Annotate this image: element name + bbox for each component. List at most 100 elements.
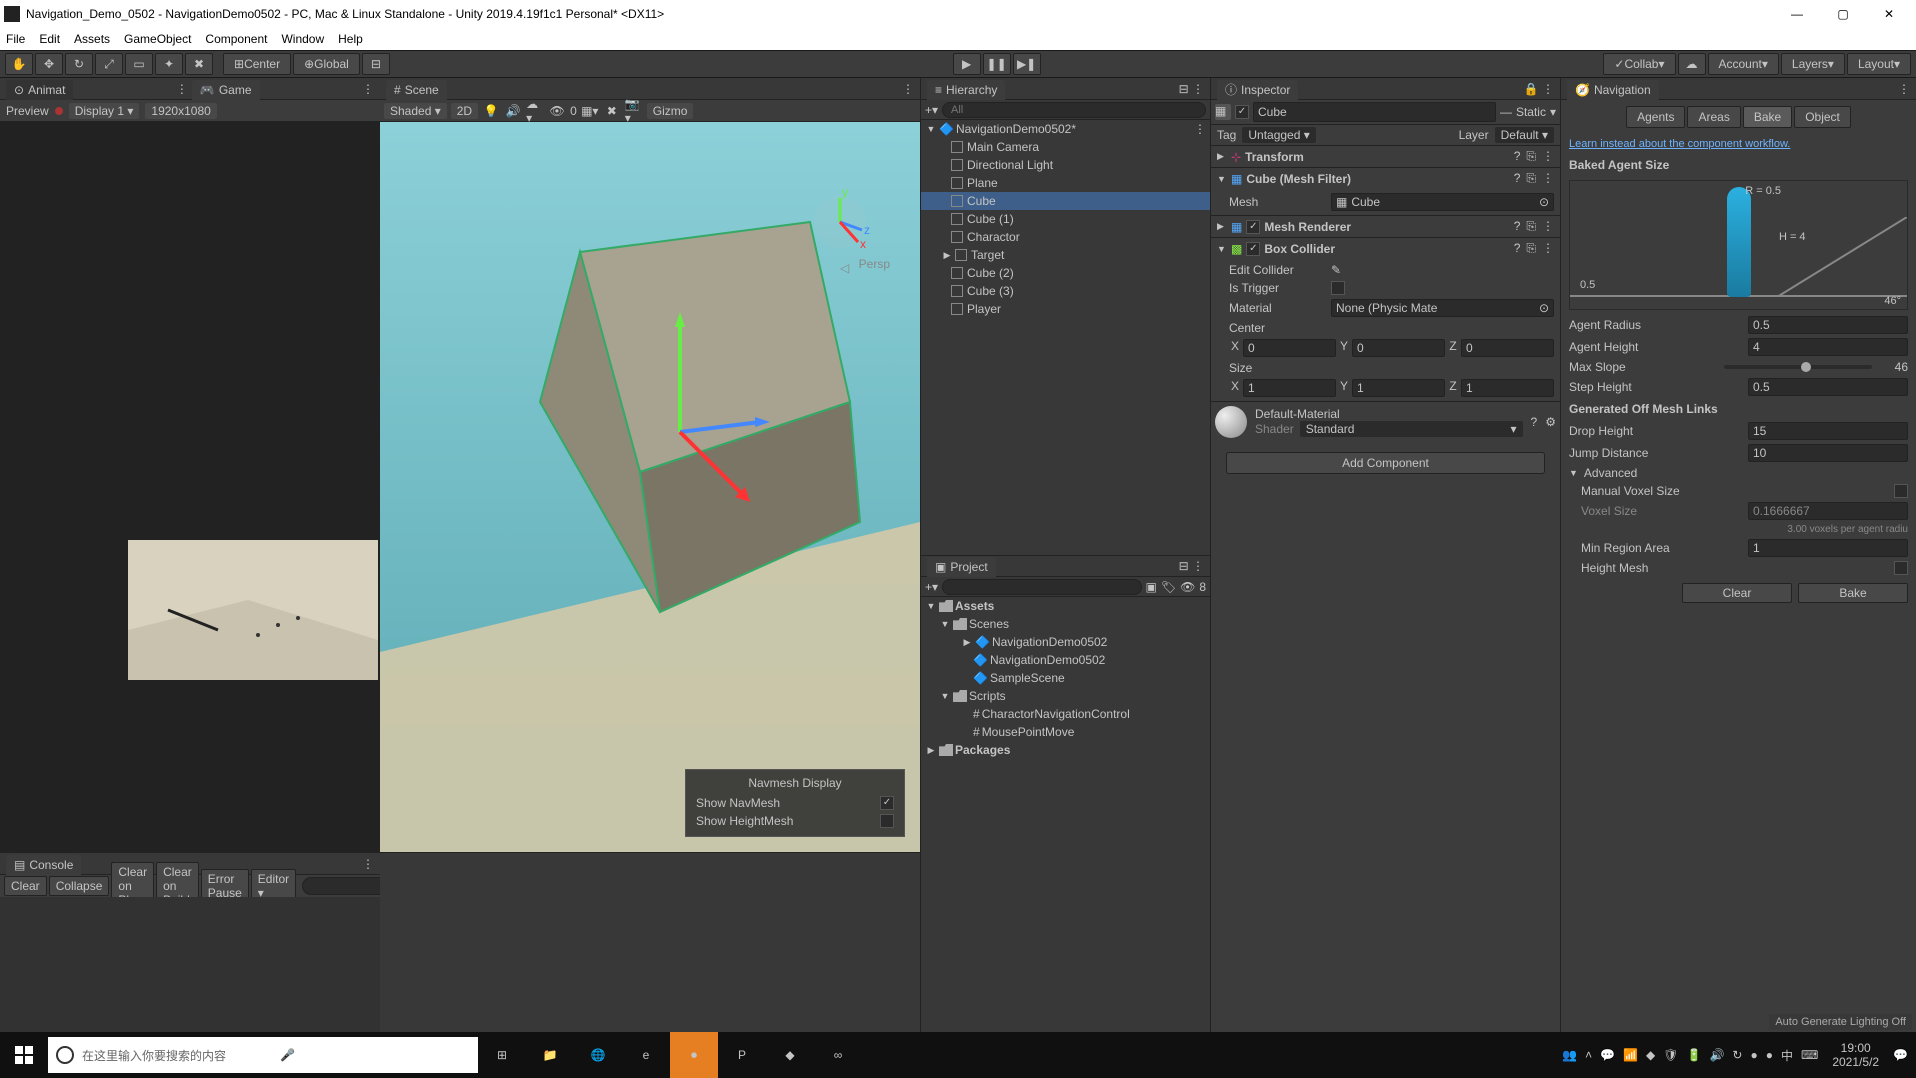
center-x[interactable] bbox=[1243, 339, 1336, 357]
project-scene-item[interactable]: 🔷 SampleScene bbox=[921, 669, 1210, 687]
console-menu[interactable]: ⋮ bbox=[362, 857, 374, 871]
grid-icon[interactable]: ▦▾ bbox=[581, 102, 599, 120]
tray-sync-icon[interactable]: ↻ bbox=[1732, 1048, 1742, 1062]
layers-button[interactable]: Layers ▾ bbox=[1781, 53, 1845, 75]
shaded-dropdown[interactable]: Shaded ▾ bbox=[384, 103, 447, 119]
min-region-input[interactable] bbox=[1748, 539, 1908, 557]
play-button[interactable]: ▶ bbox=[953, 53, 981, 75]
rotate-tool-button[interactable]: ↻ bbox=[65, 53, 93, 75]
active-checkbox[interactable] bbox=[1235, 105, 1249, 119]
pause-button[interactable]: ❚❚ bbox=[983, 53, 1011, 75]
inspector-tab[interactable]: ⓘ Inspector bbox=[1217, 80, 1298, 100]
nav-tab-agents[interactable]: Agents bbox=[1626, 106, 1685, 128]
2d-toggle[interactable]: 2D bbox=[451, 103, 478, 119]
inspector-menu[interactable]: 🔒 ⋮ bbox=[1524, 82, 1554, 96]
move-tool-button[interactable]: ✥ bbox=[35, 53, 63, 75]
center-y[interactable] bbox=[1352, 339, 1445, 357]
hierarchy-item[interactable]: Plane bbox=[921, 174, 1210, 192]
hierarchy-scene-row[interactable]: ▼🔷 NavigationDemo0502*⋮ bbox=[921, 120, 1210, 138]
chrome-icon[interactable]: 🌐 bbox=[574, 1032, 622, 1078]
shader-dropdown[interactable]: Standard▾ bbox=[1300, 421, 1523, 437]
tray-wifi-icon[interactable]: 📶 bbox=[1623, 1048, 1638, 1062]
hand-tool-button[interactable]: ✋ bbox=[5, 53, 33, 75]
hierarchy-menu[interactable]: ⊟ ⋮ bbox=[1179, 82, 1204, 96]
tag-dropdown[interactable]: Untagged ▾ bbox=[1242, 127, 1315, 143]
tray-keyboard-icon[interactable]: ⌨ bbox=[1801, 1048, 1818, 1062]
hierarchy-item[interactable]: ▶Target bbox=[921, 246, 1210, 264]
component-menu-icon[interactable]: ⋮ bbox=[1542, 149, 1554, 164]
project-scene-item[interactable]: ▶🔷 NavigationDemo0502 bbox=[921, 633, 1210, 651]
powerpoint-icon[interactable]: P bbox=[718, 1032, 766, 1078]
tray-volume-icon[interactable]: 🔊 bbox=[1709, 1048, 1724, 1062]
project-script-item[interactable]: # CharactorNavigationControl bbox=[921, 705, 1210, 723]
nav-bake-button[interactable]: Bake bbox=[1798, 583, 1908, 603]
agent-height-input[interactable] bbox=[1748, 338, 1908, 356]
jump-distance-input[interactable] bbox=[1748, 444, 1908, 462]
size-y[interactable] bbox=[1352, 379, 1445, 397]
hierarchy-item[interactable]: Cube (3) bbox=[921, 282, 1210, 300]
manual-voxel-checkbox[interactable] bbox=[1894, 484, 1908, 498]
nav-tab-areas[interactable]: Areas bbox=[1687, 106, 1740, 128]
transform-tool-button[interactable]: ✦ bbox=[155, 53, 183, 75]
nav-learn-link[interactable]: Learn instead about the component workfl… bbox=[1561, 134, 1916, 154]
hierarchy-item[interactable]: Main Camera bbox=[921, 138, 1210, 156]
tray-people-icon[interactable]: 👥 bbox=[1562, 1048, 1577, 1062]
project-script-item[interactable]: # MousePointMove bbox=[921, 723, 1210, 741]
console-collapse-button[interactable]: Collapse bbox=[49, 876, 110, 896]
gizmos-dropdown[interactable]: Gizmo bbox=[647, 103, 694, 119]
notifications-icon[interactable]: 💬 bbox=[1893, 1048, 1908, 1062]
static-label[interactable]: Static bbox=[1516, 105, 1546, 119]
material-name[interactable]: Default-Material bbox=[1255, 407, 1523, 421]
edge-icon[interactable]: e bbox=[622, 1032, 670, 1078]
game-viewport[interactable] bbox=[0, 122, 380, 852]
size-z[interactable] bbox=[1461, 379, 1554, 397]
rect-tool-button[interactable]: ▭ bbox=[125, 53, 153, 75]
size-x[interactable] bbox=[1243, 379, 1336, 397]
material-help-icon[interactable]: ? bbox=[1531, 415, 1538, 429]
persp-label[interactable]: Persp bbox=[859, 257, 890, 271]
nav-clear-button[interactable]: Clear bbox=[1682, 583, 1792, 603]
height-mesh-checkbox[interactable] bbox=[1894, 561, 1908, 575]
menu-file[interactable]: File bbox=[6, 32, 25, 46]
advanced-label[interactable]: Advanced bbox=[1584, 466, 1908, 480]
project-tab[interactable]: ▣ Project bbox=[927, 557, 996, 577]
mesh-object-field[interactable]: ▦ Cube⊙ bbox=[1331, 193, 1554, 211]
cloud-button[interactable]: ☁ bbox=[1678, 53, 1706, 75]
box-collider-header[interactable]: ▼▩Box Collider?⎘⋮ bbox=[1211, 238, 1560, 259]
hierarchy-item[interactable]: Cube (1) bbox=[921, 210, 1210, 228]
tray-unity-icon[interactable]: ◆ bbox=[1646, 1048, 1655, 1062]
global-local-button[interactable]: ⊕ Global bbox=[293, 53, 360, 75]
tray-expand-icon[interactable]: ˄ bbox=[1585, 1048, 1592, 1062]
hierarchy-search-input[interactable] bbox=[942, 102, 1206, 118]
collab-button[interactable]: ✓ Collab ▾ bbox=[1603, 53, 1675, 75]
audio-icon[interactable]: 🔊 bbox=[504, 102, 522, 120]
custom-tool-button[interactable]: ✖ bbox=[185, 53, 213, 75]
fx-icon[interactable]: ☁▾ bbox=[526, 102, 544, 120]
project-scene-item[interactable]: 🔷 NavigationDemo0502 bbox=[921, 651, 1210, 669]
layer-dropdown[interactable]: Default ▾ bbox=[1495, 127, 1554, 143]
hierarchy-item[interactable]: Directional Light bbox=[921, 156, 1210, 174]
tray-app2-icon[interactable]: ● bbox=[1766, 1048, 1773, 1062]
hierarchy-tab[interactable]: ≡ Hierarchy bbox=[927, 80, 1005, 100]
hierarchy-add-button[interactable]: +▾ bbox=[925, 103, 938, 117]
taskbar-search[interactable]: 在这里输入你要搜索的内容🎤 bbox=[48, 1037, 478, 1073]
project-add-button[interactable]: +▾ bbox=[925, 580, 938, 594]
project-filter-icon[interactable]: ▣ bbox=[1146, 580, 1157, 594]
menu-assets[interactable]: Assets bbox=[74, 32, 110, 46]
project-label-icon[interactable]: 🏷 bbox=[1161, 580, 1176, 594]
tray-wechat-icon[interactable]: 💬 bbox=[1600, 1048, 1615, 1062]
navigation-tab[interactable]: 🧭 Navigation bbox=[1567, 80, 1659, 100]
console-clear-button[interactable]: Clear bbox=[4, 876, 47, 896]
drop-height-input[interactable] bbox=[1748, 422, 1908, 440]
agent-radius-input[interactable] bbox=[1748, 316, 1908, 334]
unity-taskbar-icon[interactable]: ◆ bbox=[766, 1032, 814, 1078]
visualstudio-icon[interactable]: ∞ bbox=[814, 1032, 862, 1078]
tray-app1-icon[interactable]: ● bbox=[1750, 1048, 1757, 1062]
recorder-icon[interactable]: ⏺ bbox=[670, 1032, 718, 1078]
lighting-icon[interactable]: 💡 bbox=[482, 102, 500, 120]
project-menu[interactable]: ⊟ ⋮ bbox=[1179, 559, 1204, 573]
show-navmesh-checkbox[interactable] bbox=[880, 796, 894, 810]
edit-collider-button[interactable]: ✎ bbox=[1331, 263, 1359, 277]
mic-icon[interactable]: 🎤 bbox=[280, 1048, 470, 1062]
snap-button[interactable]: ⊟ bbox=[362, 53, 390, 75]
